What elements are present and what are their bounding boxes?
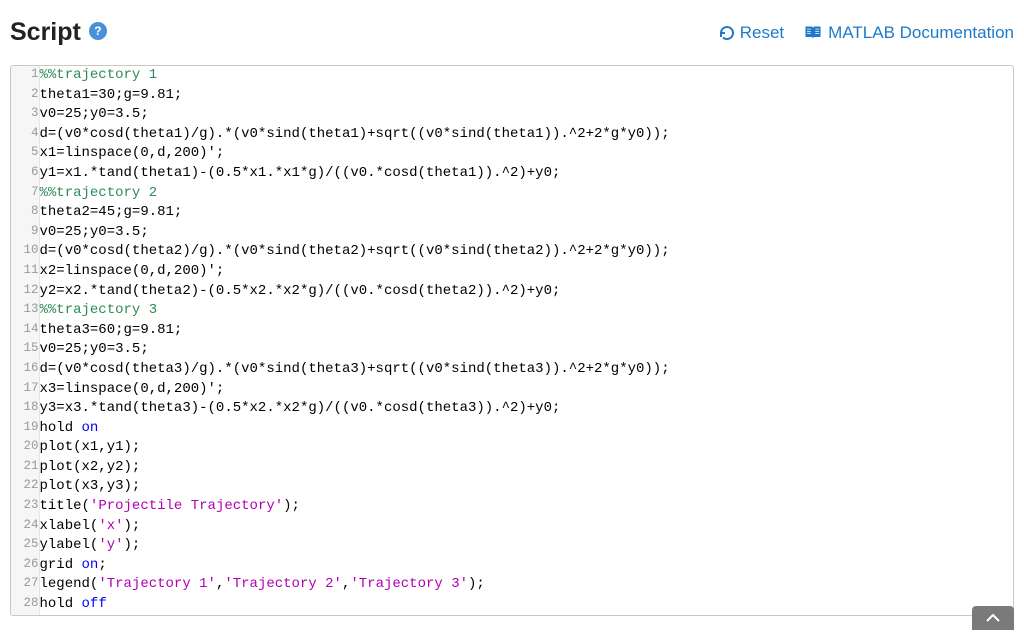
reset-button[interactable]: Reset bbox=[719, 23, 784, 43]
code-line[interactable]: theta2=45;g=9.81; bbox=[39, 203, 1013, 223]
line-number: 7 bbox=[11, 184, 39, 204]
line-number: 21 bbox=[11, 458, 39, 478]
code-line[interactable]: y1=x1.*tand(theta1)-(0.5*x1.*x1*g)/((v0.… bbox=[39, 164, 1013, 184]
code-row: 12y2=x2.*tand(theta2)-(0.5*x2.*x2*g)/((v… bbox=[11, 282, 1013, 302]
line-number: 20 bbox=[11, 438, 39, 458]
code-row: 1%%trajectory 1 bbox=[11, 66, 1013, 86]
code-line[interactable]: x2=linspace(0,d,200)'; bbox=[39, 262, 1013, 282]
header-right: Reset MATLAB Documentation bbox=[719, 23, 1014, 43]
code-line[interactable]: d=(v0*cosd(theta3)/g).*(v0*sind(theta3)+… bbox=[39, 360, 1013, 380]
code-row: 3v0=25;y0=3.5; bbox=[11, 105, 1013, 125]
code-editor[interactable]: 1%%trajectory 12theta1=30;g=9.81;3v0=25;… bbox=[10, 65, 1014, 616]
code-row: 6y1=x1.*tand(theta1)-(0.5*x1.*x1*g)/((v0… bbox=[11, 164, 1013, 184]
code-line[interactable]: %%trajectory 1 bbox=[39, 66, 1013, 86]
code-row: 18y3=x3.*tand(theta3)-(0.5*x2.*x2*g)/((v… bbox=[11, 399, 1013, 419]
code-line[interactable]: xlabel('x'); bbox=[39, 517, 1013, 537]
code-line[interactable]: v0=25;y0=3.5; bbox=[39, 105, 1013, 125]
code-line[interactable]: hold off bbox=[39, 595, 1013, 615]
code-line[interactable]: y3=x3.*tand(theta3)-(0.5*x2.*x2*g)/((v0.… bbox=[39, 399, 1013, 419]
back-to-top-button[interactable] bbox=[972, 606, 1014, 630]
code-line[interactable]: v0=25;y0=3.5; bbox=[39, 223, 1013, 243]
code-row: 28hold off bbox=[11, 595, 1013, 615]
code-row: 25ylabel('y'); bbox=[11, 536, 1013, 556]
code-row: 16d=(v0*cosd(theta3)/g).*(v0*sind(theta3… bbox=[11, 360, 1013, 380]
header-left: Script ? bbox=[10, 18, 107, 47]
code-row: 11x2=linspace(0,d,200)'; bbox=[11, 262, 1013, 282]
code-row: 13%%trajectory 3 bbox=[11, 301, 1013, 321]
line-number: 17 bbox=[11, 380, 39, 400]
line-number: 13 bbox=[11, 301, 39, 321]
code-row: 23title('Projectile Trajectory'); bbox=[11, 497, 1013, 517]
reset-icon bbox=[719, 25, 735, 41]
line-number: 28 bbox=[11, 595, 39, 615]
code-row: 20plot(x1,y1); bbox=[11, 438, 1013, 458]
line-number: 1 bbox=[11, 66, 39, 86]
code-line[interactable]: theta3=60;g=9.81; bbox=[39, 321, 1013, 341]
code-line[interactable]: %%trajectory 3 bbox=[39, 301, 1013, 321]
line-number: 18 bbox=[11, 399, 39, 419]
code-row: 15v0=25;y0=3.5; bbox=[11, 340, 1013, 360]
line-number: 2 bbox=[11, 86, 39, 106]
matlab-docs-link[interactable]: MATLAB Documentation bbox=[804, 23, 1014, 43]
code-table: 1%%trajectory 12theta1=30;g=9.81;3v0=25;… bbox=[11, 66, 1013, 615]
code-row: 19hold on bbox=[11, 419, 1013, 439]
page-title: Script bbox=[10, 18, 81, 47]
code-line[interactable]: grid on; bbox=[39, 556, 1013, 576]
code-line[interactable]: plot(x3,y3); bbox=[39, 477, 1013, 497]
code-row: 14theta3=60;g=9.81; bbox=[11, 321, 1013, 341]
line-number: 16 bbox=[11, 360, 39, 380]
line-number: 23 bbox=[11, 497, 39, 517]
code-row: 21plot(x2,y2); bbox=[11, 458, 1013, 478]
code-line[interactable]: plot(x2,y2); bbox=[39, 458, 1013, 478]
line-number: 22 bbox=[11, 477, 39, 497]
code-row: 5x1=linspace(0,d,200)'; bbox=[11, 144, 1013, 164]
code-line[interactable]: title('Projectile Trajectory'); bbox=[39, 497, 1013, 517]
line-number: 15 bbox=[11, 340, 39, 360]
code-line[interactable]: legend('Trajectory 1','Trajectory 2','Tr… bbox=[39, 575, 1013, 595]
line-number: 27 bbox=[11, 575, 39, 595]
line-number: 19 bbox=[11, 419, 39, 439]
code-row: 7%%trajectory 2 bbox=[11, 184, 1013, 204]
code-line[interactable]: v0=25;y0=3.5; bbox=[39, 340, 1013, 360]
code-row: 27legend('Trajectory 1','Trajectory 2','… bbox=[11, 575, 1013, 595]
line-number: 12 bbox=[11, 282, 39, 302]
code-row: 10d=(v0*cosd(theta2)/g).*(v0*sind(theta2… bbox=[11, 242, 1013, 262]
line-number: 24 bbox=[11, 517, 39, 537]
code-line[interactable]: x3=linspace(0,d,200)'; bbox=[39, 380, 1013, 400]
code-row: 9v0=25;y0=3.5; bbox=[11, 223, 1013, 243]
code-line[interactable]: theta1=30;g=9.81; bbox=[39, 86, 1013, 106]
line-number: 11 bbox=[11, 262, 39, 282]
line-number: 14 bbox=[11, 321, 39, 341]
code-line[interactable]: x1=linspace(0,d,200)'; bbox=[39, 144, 1013, 164]
line-number: 10 bbox=[11, 242, 39, 262]
chevron-up-icon bbox=[986, 614, 1000, 622]
reset-label: Reset bbox=[740, 23, 784, 43]
code-line[interactable]: d=(v0*cosd(theta2)/g).*(v0*sind(theta2)+… bbox=[39, 242, 1013, 262]
line-number: 5 bbox=[11, 144, 39, 164]
code-line[interactable]: y2=x2.*tand(theta2)-(0.5*x2.*x2*g)/((v0.… bbox=[39, 282, 1013, 302]
code-line[interactable]: %%trajectory 2 bbox=[39, 184, 1013, 204]
docs-label: MATLAB Documentation bbox=[828, 23, 1014, 43]
line-number: 25 bbox=[11, 536, 39, 556]
line-number: 4 bbox=[11, 125, 39, 145]
code-line[interactable]: ylabel('y'); bbox=[39, 536, 1013, 556]
code-row: 26grid on; bbox=[11, 556, 1013, 576]
code-row: 2theta1=30;g=9.81; bbox=[11, 86, 1013, 106]
code-row: 22plot(x3,y3); bbox=[11, 477, 1013, 497]
code-line[interactable]: plot(x1,y1); bbox=[39, 438, 1013, 458]
code-row: 8theta2=45;g=9.81; bbox=[11, 203, 1013, 223]
book-icon bbox=[804, 25, 822, 41]
line-number: 6 bbox=[11, 164, 39, 184]
code-line[interactable]: hold on bbox=[39, 419, 1013, 439]
line-number: 26 bbox=[11, 556, 39, 576]
line-number: 8 bbox=[11, 203, 39, 223]
code-row: 4d=(v0*cosd(theta1)/g).*(v0*sind(theta1)… bbox=[11, 125, 1013, 145]
line-number: 9 bbox=[11, 223, 39, 243]
code-row: 17x3=linspace(0,d,200)'; bbox=[11, 380, 1013, 400]
line-number: 3 bbox=[11, 105, 39, 125]
code-line[interactable]: d=(v0*cosd(theta1)/g).*(v0*sind(theta1)+… bbox=[39, 125, 1013, 145]
code-row: 24xlabel('x'); bbox=[11, 517, 1013, 537]
help-icon[interactable]: ? bbox=[89, 22, 107, 40]
header-bar: Script ? Reset bbox=[10, 10, 1014, 65]
